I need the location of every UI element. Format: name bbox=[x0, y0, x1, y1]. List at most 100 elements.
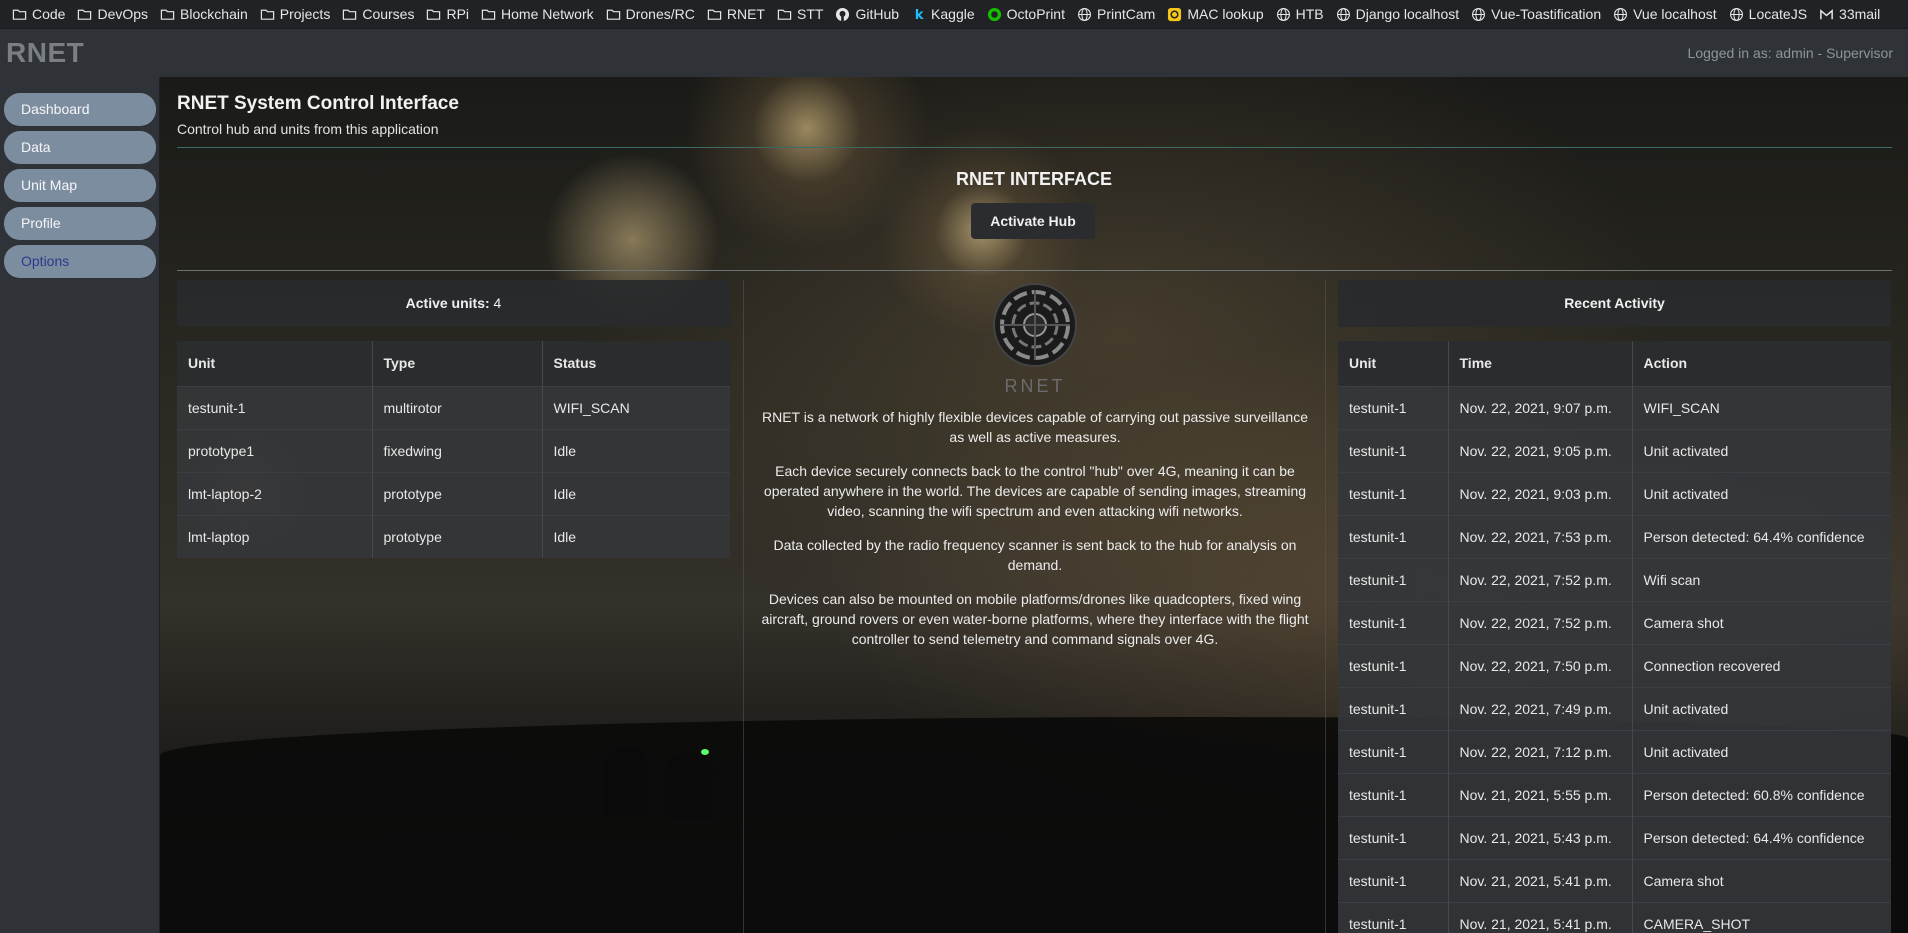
activity-row[interactable]: testunit-1 Nov. 22, 2021, 9:05 p.m. Unit a… bbox=[1338, 428, 1891, 472]
bookmark-courses[interactable]: Courses bbox=[342, 6, 414, 22]
background-silhouette bbox=[665, 752, 713, 818]
octoprint-icon bbox=[987, 7, 1002, 22]
activity-row[interactable]: testunit-1 Nov. 22, 2021, 9:03 p.m. Unit a… bbox=[1338, 471, 1891, 515]
bookmark-blockchain[interactable]: Blockchain bbox=[160, 6, 248, 22]
activity-row[interactable]: testunit-1 Nov. 22, 2021, 7:49 p.m. Unit a… bbox=[1338, 686, 1891, 730]
folder-icon bbox=[777, 7, 792, 22]
sidebar-item-data[interactable]: Data bbox=[4, 131, 156, 164]
logo-text: RNET bbox=[1004, 376, 1066, 396]
unit-row[interactable]: testunit-1 multirotor WIFI_SCAN bbox=[177, 385, 730, 429]
activity-column-time[interactable]: Time bbox=[1448, 341, 1633, 386]
bookmark-kaggle[interactable]: k Kaggle bbox=[911, 6, 975, 22]
units-column-unit[interactable]: Unit bbox=[177, 341, 373, 386]
units-table: Unit Type Status testunit-1 multirotor WIF… bbox=[177, 341, 730, 558]
bookmark-rnet[interactable]: RNET bbox=[707, 6, 765, 22]
sidebar-item-profile[interactable]: Profile bbox=[4, 207, 156, 240]
globe-icon bbox=[1276, 7, 1291, 22]
folder-icon bbox=[260, 7, 275, 22]
bookmark-github[interactable]: GitHub bbox=[835, 6, 899, 22]
bookmark-mac-lookup[interactable]: MAC lookup bbox=[1167, 6, 1264, 22]
bookmark-devops[interactable]: DevOps bbox=[77, 6, 148, 22]
unit-status-cell: WIFI_SCAN bbox=[542, 385, 730, 429]
bookmark-drones-rc[interactable]: Drones/RC bbox=[606, 6, 695, 22]
activity-row[interactable]: testunit-1 Nov. 21, 2021, 5:41 p.m. CAMERA… bbox=[1338, 901, 1891, 933]
bookmark-label: PrintCam bbox=[1096, 6, 1156, 22]
unit-row[interactable]: prototype1 fixedwing Idle bbox=[177, 428, 730, 472]
bookmark-code[interactable]: Code bbox=[12, 6, 65, 22]
activity-action-cell: Person detected: 64.4% confidence bbox=[1632, 815, 1891, 859]
activity-time-cell: Nov. 22, 2021, 9:07 p.m. bbox=[1448, 385, 1633, 429]
activity-action-cell: CAMERA_SHOT bbox=[1632, 901, 1891, 933]
activity-action-cell: Camera shot bbox=[1632, 600, 1891, 644]
activity-column-unit[interactable]: Unit bbox=[1338, 341, 1449, 386]
activity-action-cell: Connection recovered bbox=[1632, 643, 1891, 687]
activity-unit-cell: testunit-1 bbox=[1338, 428, 1449, 472]
sidebar-item-unit-map[interactable]: Unit Map bbox=[4, 169, 156, 202]
bookmark-label: Home Network bbox=[501, 6, 594, 22]
background-light bbox=[701, 749, 709, 755]
bookmark-vue-toastification[interactable]: Vue-Toastification bbox=[1471, 6, 1601, 22]
bookmark-django-localhost[interactable]: Django localhost bbox=[1336, 6, 1459, 22]
recent-activity-title: Recent Activity bbox=[1564, 295, 1665, 311]
interface-title: RNET INTERFACE bbox=[955, 169, 1112, 189]
folder-icon bbox=[481, 7, 496, 22]
brand-logo[interactable]: RNET bbox=[6, 37, 84, 69]
page-header: RNET System Control Interface Control hu… bbox=[177, 93, 459, 137]
activity-action-cell: Unit activated bbox=[1632, 471, 1891, 515]
header-divider bbox=[177, 147, 1892, 148]
activity-action-cell: Wifi scan bbox=[1632, 557, 1891, 601]
activity-column-action[interactable]: Action bbox=[1632, 341, 1891, 386]
kaggle-icon: k bbox=[911, 7, 926, 22]
folder-icon bbox=[606, 7, 621, 22]
background-silhouette bbox=[605, 747, 647, 817]
activity-unit-cell: testunit-1 bbox=[1338, 729, 1449, 773]
activity-time-cell: Nov. 21, 2021, 5:43 p.m. bbox=[1448, 815, 1633, 859]
activity-action-cell: Unit activated bbox=[1632, 729, 1891, 773]
login-status: Logged in as: admin - Supervisor bbox=[1687, 45, 1893, 61]
unit-name-cell: lmt-laptop-2 bbox=[177, 471, 373, 515]
sidebar-item-dashboard[interactable]: Dashboard bbox=[4, 93, 156, 126]
activity-row[interactable]: testunit-1 Nov. 22, 2021, 9:07 p.m. WIFI_S… bbox=[1338, 385, 1891, 429]
bookmark-vue-localhost[interactable]: Vue localhost bbox=[1613, 6, 1717, 22]
bookmarks-bar: Code DevOps Blockchain Projects Courses RPi Ho… bbox=[0, 0, 1908, 29]
bookmark-label: GitHub bbox=[855, 6, 900, 22]
units-column-type[interactable]: Type bbox=[372, 341, 543, 386]
activity-row[interactable]: testunit-1 Nov. 21, 2021, 5:55 p.m. Person… bbox=[1338, 772, 1891, 816]
folder-icon bbox=[160, 7, 175, 22]
bookmark-printcam[interactable]: PrintCam bbox=[1077, 6, 1155, 22]
rnet-logo-icon bbox=[992, 282, 1078, 368]
bookmark-htb[interactable]: HTB bbox=[1276, 6, 1324, 22]
bookmark-33mail[interactable]: 33mail bbox=[1819, 6, 1880, 22]
unit-row[interactable]: lmt-laptop-2 prototype Idle bbox=[177, 471, 730, 515]
unit-type-cell: multirotor bbox=[372, 385, 543, 429]
mac-lookup-icon bbox=[1167, 7, 1182, 22]
bookmark-rpi[interactable]: RPi bbox=[426, 6, 469, 22]
interface-divider bbox=[177, 270, 1892, 271]
activity-row[interactable]: testunit-1 Nov. 22, 2021, 7:52 p.m. Camera… bbox=[1338, 600, 1891, 644]
activate-hub-button[interactable]: Activate Hub bbox=[971, 203, 1095, 239]
activity-row[interactable]: testunit-1 Nov. 22, 2021, 7:50 p.m. Connec… bbox=[1338, 643, 1891, 687]
bookmark-label: Kaggle bbox=[931, 6, 975, 22]
activity-row[interactable]: testunit-1 Nov. 22, 2021, 7:52 p.m. Wifi s… bbox=[1338, 557, 1891, 601]
activity-row[interactable]: testunit-1 Nov. 21, 2021, 5:43 p.m. Person… bbox=[1338, 815, 1891, 859]
bookmark-locatejs[interactable]: LocateJS bbox=[1729, 6, 1807, 22]
activity-row[interactable]: testunit-1 Nov. 21, 2021, 5:41 p.m. Camera… bbox=[1338, 858, 1891, 902]
activity-row[interactable]: testunit-1 Nov. 22, 2021, 7:53 p.m. Person… bbox=[1338, 514, 1891, 558]
bookmark-home-network[interactable]: Home Network bbox=[481, 6, 594, 22]
globe-icon bbox=[1336, 7, 1351, 22]
sidebar-item-options[interactable]: Options bbox=[4, 245, 156, 278]
bookmark-projects[interactable]: Projects bbox=[260, 6, 330, 22]
github-icon bbox=[835, 7, 850, 22]
unit-row[interactable]: lmt-laptop prototype Idle bbox=[177, 514, 730, 558]
activity-row[interactable]: testunit-1 Nov. 22, 2021, 7:12 p.m. Unit a… bbox=[1338, 729, 1891, 773]
bookmark-octoprint[interactable]: OctoPrint bbox=[987, 6, 1065, 22]
units-column-status[interactable]: Status bbox=[542, 341, 730, 386]
bookmark-label: DevOps bbox=[97, 6, 149, 22]
about-paragraph: Data collected by the radio frequency sc… bbox=[773, 537, 1297, 573]
activity-unit-cell: testunit-1 bbox=[1338, 557, 1449, 601]
bookmark-label: Vue localhost bbox=[1633, 6, 1717, 22]
bookmark-label: Vue-Toastification bbox=[1491, 6, 1602, 22]
unit-type-cell: prototype bbox=[372, 471, 543, 515]
activity-time-cell: Nov. 21, 2021, 5:55 p.m. bbox=[1448, 772, 1633, 816]
bookmark-stt[interactable]: STT bbox=[777, 6, 823, 22]
